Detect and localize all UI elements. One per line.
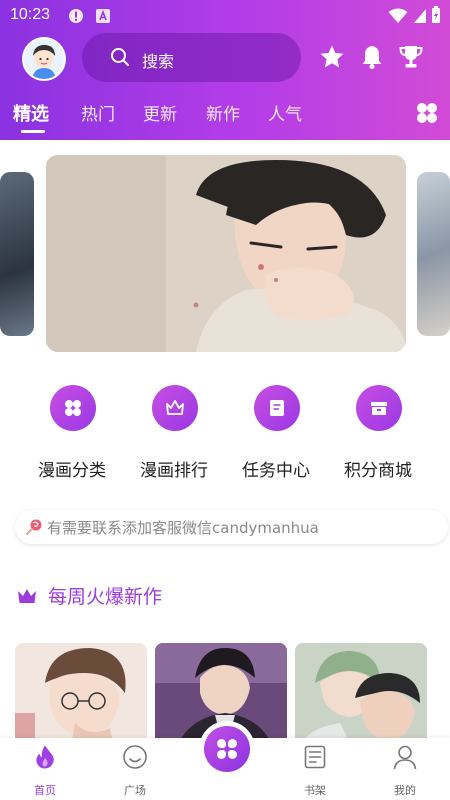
nav-label: 首页 xyxy=(34,784,56,797)
search-placeholder: 搜索 xyxy=(142,52,175,71)
nav-square[interactable]: 广场 xyxy=(105,742,165,798)
active-tab-indicator xyxy=(21,130,45,133)
banner-artwork xyxy=(46,155,406,352)
wifi-icon xyxy=(388,8,408,23)
comic-cover xyxy=(295,643,427,753)
tab-new[interactable]: 新作 xyxy=(206,100,240,125)
notice-bar[interactable]: 有需要联系添加客服微信candymanhua xyxy=(15,510,448,544)
menu-label: 漫画排行 xyxy=(140,461,208,481)
menu-comic-ranking[interactable]: 漫画排行 xyxy=(124,385,224,485)
tab-featured[interactable]: 精选 xyxy=(13,100,49,126)
banner-prev-slide[interactable] xyxy=(0,172,34,336)
menu-points-store[interactable]: 积分商城 xyxy=(328,385,428,485)
menu-label: 积分商城 xyxy=(344,461,412,481)
signal-icon xyxy=(414,9,426,23)
menu-comic-categories[interactable]: 漫画分类 xyxy=(22,385,122,485)
comic-card[interactable] xyxy=(15,643,147,753)
category-tabs: 精选 热门 更新 新作 人气 xyxy=(0,100,450,134)
bell-icon[interactable] xyxy=(359,44,385,70)
avatar[interactable] xyxy=(22,37,66,81)
search-icon xyxy=(111,48,129,66)
menu-label: 任务中心 xyxy=(242,461,310,481)
battery-icon xyxy=(432,6,440,23)
alert-icon xyxy=(69,9,83,23)
section-title: 每周火爆新作 xyxy=(48,586,163,608)
store-icon-circle xyxy=(356,385,402,431)
crown-icon xyxy=(166,400,184,415)
comic-cover xyxy=(15,643,147,753)
bookshelf-icon xyxy=(304,745,326,769)
clover-icon xyxy=(217,739,237,759)
header: 10:23 搜索 精选 热门 更新 新作 人气 xyxy=(0,0,450,140)
all-categories-icon[interactable] xyxy=(415,101,439,125)
nav-bookshelf[interactable]: 书架 xyxy=(285,742,345,798)
crown-icon xyxy=(18,589,36,603)
notice-text: 有需要联系添加客服微信candymanhua xyxy=(47,519,319,537)
menu-label: 漫画分类 xyxy=(38,461,106,481)
crown-icon-circle xyxy=(152,385,198,431)
tab-updates[interactable]: 更新 xyxy=(143,100,177,125)
flame-icon xyxy=(36,745,54,769)
star-icon[interactable] xyxy=(319,44,345,70)
comic-card[interactable] xyxy=(295,643,427,753)
status-time: 10:23 xyxy=(10,6,51,23)
avatar-illustration xyxy=(24,39,64,79)
tab-trending[interactable]: 人气 xyxy=(268,100,302,125)
nav-label: 广场 xyxy=(124,784,146,797)
profile-icon xyxy=(393,745,417,770)
search-bar[interactable]: 搜索 xyxy=(82,33,301,82)
top-bar: 搜索 xyxy=(0,33,450,83)
banner-slide[interactable] xyxy=(46,155,406,352)
tab-popular[interactable]: 热门 xyxy=(81,100,115,125)
task-icon-circle xyxy=(254,385,300,431)
category-icon-circle xyxy=(50,385,96,431)
status-bar: 10:23 xyxy=(0,0,450,32)
store-icon xyxy=(371,402,387,415)
menu-task-center[interactable]: 任务中心 xyxy=(226,385,326,485)
task-icon xyxy=(270,400,284,416)
category-icon xyxy=(65,400,81,416)
nav-home[interactable]: 首页 xyxy=(15,742,75,798)
lollipop-icon xyxy=(26,519,42,535)
nav-profile[interactable]: 我的 xyxy=(375,742,435,798)
trophy-icon[interactable] xyxy=(398,44,424,70)
smile-icon xyxy=(123,745,147,769)
banner-next-slide[interactable] xyxy=(417,172,450,336)
font-icon xyxy=(96,9,110,23)
nav-label: 书架 xyxy=(304,784,326,797)
nav-label: 我的 xyxy=(394,784,416,797)
center-action-button[interactable] xyxy=(204,726,250,772)
